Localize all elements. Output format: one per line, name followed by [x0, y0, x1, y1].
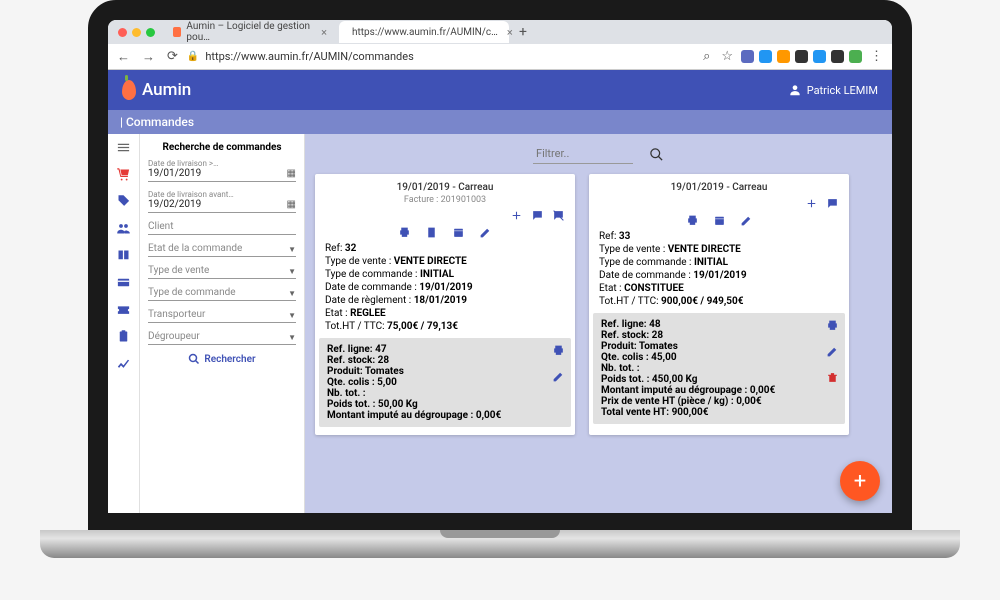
edit-line-button[interactable]	[552, 370, 565, 386]
comment-icon[interactable]	[826, 197, 839, 210]
ext-icon[interactable]	[795, 50, 808, 63]
order-card: 19/01/2019 - Carreau Facture : 201901003…	[315, 174, 575, 435]
order-card: 19/01/2019 - Carreau Ref: 33 Type de ven…	[589, 174, 849, 435]
key-icon[interactable]: ⌕	[700, 49, 713, 64]
tab-title: Aumin – Logiciel de gestion pou…	[186, 21, 312, 43]
extensions: ⌕ ☆ ⋮	[700, 49, 886, 64]
chevron-down-icon: ▼	[288, 245, 296, 254]
transporteur-field[interactable]: Transporteur▼	[148, 309, 296, 323]
calendar-icon[interactable]	[713, 214, 726, 227]
print-icon[interactable]	[398, 226, 411, 239]
ticket-icon[interactable]	[116, 302, 131, 317]
plus-icon[interactable]	[805, 197, 818, 210]
carrot-icon	[122, 80, 136, 100]
fab-add-button[interactable]: +	[840, 461, 880, 501]
address-bar[interactable]: https://www.aumin.fr/AUMIN/commandes	[205, 50, 694, 63]
ext-icon[interactable]	[759, 50, 772, 63]
client-field[interactable]: Client	[148, 221, 296, 235]
card-sub: Facture : 201901003	[325, 195, 565, 205]
reload-button[interactable]: ⟳	[164, 49, 181, 64]
order-line: Ref. ligne: 48 Ref. stock: 28 Produit: T…	[593, 313, 845, 424]
edit-icon[interactable]	[740, 214, 753, 227]
delete-line-button[interactable]	[826, 371, 839, 387]
tab-title: https://www.aumin.fr/AUMIN/c…	[352, 27, 498, 38]
etat-field[interactable]: Etat de la commande▼	[148, 243, 296, 257]
calendar-icon[interactable]	[452, 226, 465, 239]
ext-icon[interactable]	[777, 50, 790, 63]
new-tab-button[interactable]: +	[513, 24, 533, 40]
date-to-field[interactable]: Date de livraison avant…19/02/2019▦	[148, 190, 296, 213]
chart-icon[interactable]	[116, 356, 131, 371]
account-icon	[788, 83, 802, 97]
degroupeur-field[interactable]: Dégroupeur▼	[148, 331, 296, 345]
card-header: 19/01/2019 - Carreau	[599, 182, 839, 193]
nav-rail	[108, 134, 140, 513]
search-icon[interactable]	[649, 147, 664, 162]
comment-off-icon[interactable]	[552, 209, 565, 222]
menu-icon[interactable]	[116, 140, 131, 155]
back-button[interactable]: ←	[114, 49, 133, 65]
print-line-button[interactable]	[552, 344, 565, 360]
people-icon[interactable]	[116, 221, 131, 236]
calendar-icon[interactable]: ▦	[287, 168, 296, 179]
close-icon[interactable]: ×	[321, 26, 327, 39]
search-panel: Recherche de commandes Date de livraison…	[140, 134, 305, 513]
search-button[interactable]: Rechercher	[148, 353, 296, 365]
page-title: | Commandes	[108, 110, 892, 134]
window-controls[interactable]	[112, 28, 161, 37]
print-line-button[interactable]	[826, 319, 839, 335]
cart-icon[interactable]	[116, 167, 131, 182]
browser-tab-1[interactable]: Aumin – Logiciel de gestion pou… ×	[165, 21, 335, 43]
ext-icon[interactable]	[831, 50, 844, 63]
card-header: 19/01/2019 - Carreau	[325, 182, 565, 193]
chevron-down-icon: ▼	[288, 267, 296, 276]
user-menu[interactable]: Patrick LEMIM	[788, 83, 878, 97]
tag-icon[interactable]	[116, 194, 131, 209]
type-vente-field[interactable]: Type de vente▼	[148, 265, 296, 279]
close-icon[interactable]: ×	[507, 26, 513, 39]
browser-tab-2[interactable]: https://www.aumin.fr/AUMIN/c…×	[339, 21, 509, 43]
brand[interactable]: Aumin	[122, 80, 191, 100]
search-title: Recherche de commandes	[148, 142, 296, 153]
lock-icon: 🔒	[187, 51, 199, 62]
brand-name: Aumin	[142, 80, 191, 100]
book-icon[interactable]	[425, 226, 438, 239]
forward-button[interactable]: →	[139, 49, 158, 65]
chevron-down-icon: ▼	[288, 289, 296, 298]
edit-line-button[interactable]	[826, 345, 839, 361]
print-icon[interactable]	[686, 214, 699, 227]
ext-icon[interactable]	[813, 50, 826, 63]
plus-icon[interactable]	[510, 209, 523, 222]
edit-icon[interactable]	[479, 226, 492, 239]
search-icon	[188, 353, 200, 365]
order-info: Ref: 32 Type de vente : VENTE DIRECTE Ty…	[325, 243, 565, 332]
user-name: Patrick LEMIM	[807, 84, 878, 97]
order-line: Ref. ligne: 47 Ref. stock: 28 Produit: T…	[319, 338, 571, 427]
order-info: Ref: 33 Type de vente : VENTE DIRECTE Ty…	[599, 231, 839, 307]
chevron-down-icon: ▼	[288, 333, 296, 342]
menu-icon[interactable]: ⋮	[867, 49, 886, 64]
filter-input[interactable]	[533, 144, 633, 164]
type-cmd-field[interactable]: Type de commande▼	[148, 287, 296, 301]
ext-icon[interactable]	[849, 50, 862, 63]
card-icon[interactable]	[116, 275, 131, 290]
comment-icon[interactable]	[531, 209, 544, 222]
book-icon[interactable]	[116, 248, 131, 263]
date-from-field[interactable]: Date de livraison >…19/01/2019▦	[148, 159, 296, 182]
star-icon[interactable]: ☆	[718, 49, 736, 64]
calendar-icon[interactable]: ▦	[287, 199, 296, 210]
clipboard-icon[interactable]	[116, 329, 131, 344]
chevron-down-icon: ▼	[288, 311, 296, 320]
ext-icon[interactable]	[741, 50, 754, 63]
